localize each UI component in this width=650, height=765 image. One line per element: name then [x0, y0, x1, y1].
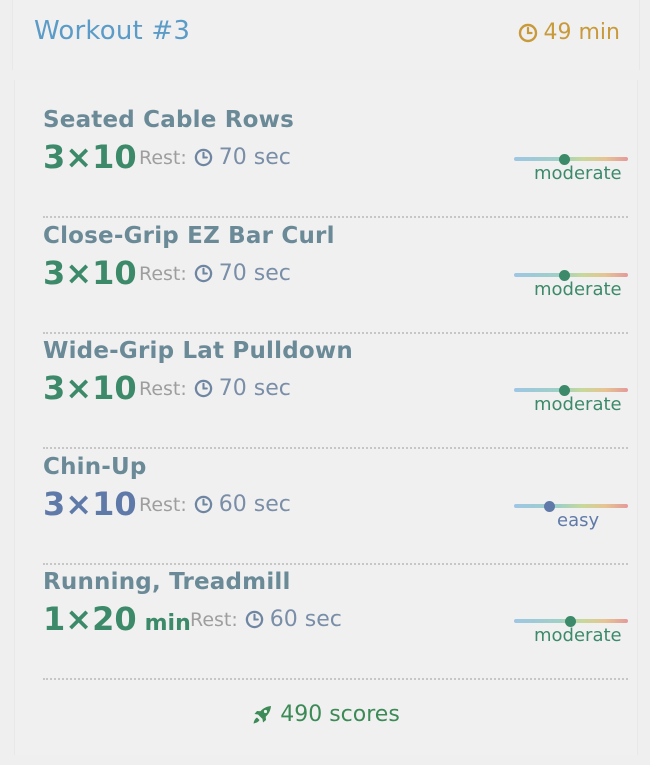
rest-info: Rest: 70 sec [139, 261, 291, 286]
exercise-name: Seated Cable Rows [43, 107, 294, 133]
workout-duration: 49 min [518, 20, 620, 45]
duration-value: 49 min [543, 20, 620, 45]
exercise-sets: 3×10 [43, 254, 137, 292]
rest-value: 60 sec [269, 607, 342, 632]
scores-count: 490 scores [280, 702, 400, 727]
exercise-name: Chin-Up [43, 454, 147, 480]
intensity-label: moderate [534, 394, 622, 415]
intensity-track [514, 504, 628, 508]
intensity-label: moderate [534, 163, 622, 184]
sets-value: 1×20 [43, 600, 137, 638]
clock-icon [245, 610, 264, 629]
exercise-name: Wide-Grip Lat Pulldown [43, 338, 353, 364]
clock-icon [194, 495, 213, 514]
intensity-track [514, 157, 628, 161]
workout-page: Workout #3 49 min Seated Cable Rows 3×10… [0, 0, 650, 765]
sets-value: 3×10 [43, 138, 137, 176]
rocket-icon [253, 705, 272, 723]
sets-value: 3×10 [43, 485, 137, 523]
exercise-item[interactable]: Close-Grip EZ Bar Curl 3×10 Rest: 70 sec… [43, 216, 628, 334]
rest-value: 70 sec [218, 376, 291, 401]
rest-info: Rest: 70 sec [139, 145, 291, 170]
clock-icon [194, 264, 213, 283]
exercise-sets: 3×10 [43, 138, 137, 176]
intensity-slider: moderate [514, 142, 628, 186]
intensity-track [514, 388, 628, 392]
rest-value: 70 sec [218, 145, 291, 170]
scores-link[interactable]: 490 scores [250, 702, 400, 727]
rest-value: 70 sec [218, 261, 291, 286]
intensity-slider: easy [514, 489, 628, 533]
intensity-label: easy [557, 510, 600, 531]
rest-label: Rest: [139, 146, 187, 169]
intensity-label: moderate [534, 625, 622, 646]
intensity-track [514, 273, 628, 277]
exercise-item[interactable]: Seated Cable Rows 3×10 Rest: 70 sec mode… [43, 100, 628, 218]
rest-label: Rest: [139, 377, 187, 400]
exercise-name: Close-Grip EZ Bar Curl [43, 223, 335, 249]
rest-info: Rest: 60 sec [139, 492, 291, 517]
exercise-item[interactable]: Chin-Up 3×10 Rest: 60 sec easy [43, 447, 628, 565]
intensity-slider: moderate [514, 258, 628, 302]
sets-unit: min [144, 611, 191, 636]
sets-value: 3×10 [43, 254, 137, 292]
rest-value: 60 sec [218, 492, 291, 517]
exercise-sets: 3×10 [43, 369, 137, 407]
exercise-name: Running, Treadmill [43, 569, 291, 595]
exercise-item[interactable]: Wide-Grip Lat Pulldown 3×10 Rest: 70 sec… [43, 331, 628, 449]
rest-label: Rest: [139, 493, 187, 516]
sets-value: 3×10 [43, 369, 137, 407]
exercise-item[interactable]: Running, Treadmill 1×20 min Rest: 60 sec … [43, 562, 628, 680]
intensity-slider: moderate [514, 373, 628, 417]
scores-footer: 490 scores [0, 702, 650, 733]
rest-info: Rest: 60 sec [190, 607, 342, 632]
exercise-sets: 1×20 min [43, 600, 191, 638]
rest-label: Rest: [139, 262, 187, 285]
clock-icon [518, 23, 537, 42]
clock-icon [194, 148, 213, 167]
clock-icon [194, 379, 213, 398]
rest-label: Rest: [190, 608, 238, 631]
intensity-label: moderate [534, 279, 622, 300]
exercise-sets: 3×10 [43, 485, 137, 523]
rest-info: Rest: 70 sec [139, 376, 291, 401]
workout-header: Workout #3 49 min [0, 0, 650, 70]
intensity-knob [544, 501, 555, 512]
intensity-slider: moderate [514, 604, 628, 648]
workout-title[interactable]: Workout #3 [34, 16, 190, 46]
